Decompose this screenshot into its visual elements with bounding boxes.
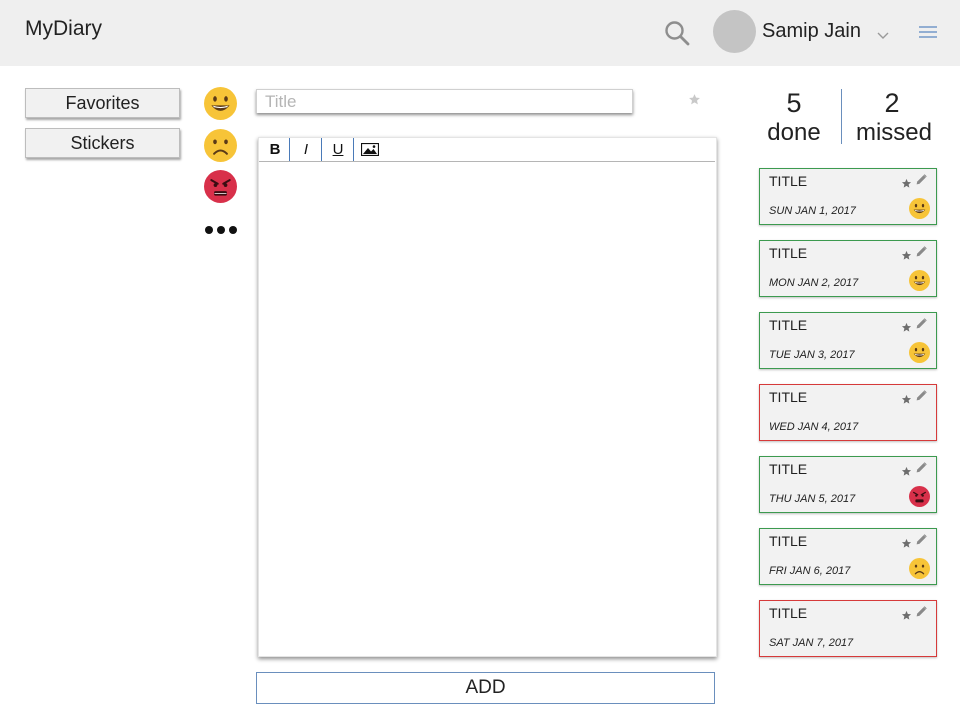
sad-mood-icon — [909, 558, 930, 579]
favorite-star-icon[interactable] — [688, 93, 701, 106]
edit-pencil-icon[interactable] — [915, 533, 928, 546]
italic-button[interactable]: I — [290, 138, 322, 161]
add-entry-button[interactable]: ADD — [256, 672, 715, 704]
stats-divider — [841, 89, 842, 144]
entry-title: TITLE — [769, 605, 808, 621]
happy-mood-icon — [909, 342, 930, 363]
angry-mood-icon[interactable] — [204, 170, 237, 203]
favorites-button[interactable]: Favorites — [25, 88, 180, 118]
edit-pencil-icon[interactable] — [915, 245, 928, 258]
done-count: 5 — [786, 88, 802, 118]
edit-pencil-icon[interactable] — [915, 173, 928, 186]
entry-card[interactable]: TITLE WED JAN 4, 2017 — [759, 384, 937, 441]
entry-date: MON JAN 2, 2017 — [769, 277, 859, 289]
sad-mood-icon[interactable] — [204, 129, 237, 162]
done-label: done — [767, 119, 821, 146]
app-header: MyDiary Samip Jain — [0, 0, 960, 66]
happy-mood-icon[interactable] — [204, 87, 237, 120]
more-moods-icon[interactable] — [204, 222, 240, 238]
search-icon[interactable] — [664, 20, 690, 46]
missed-count: 2 — [884, 88, 900, 118]
edit-pencil-icon[interactable] — [915, 389, 928, 402]
stickers-button[interactable]: Stickers — [25, 128, 180, 158]
app-title: MyDiary — [25, 17, 102, 40]
happy-mood-icon — [909, 270, 930, 291]
star-icon[interactable] — [901, 320, 912, 332]
entry-card[interactable]: TITLE SAT JAN 7, 2017 — [759, 600, 937, 657]
insert-image-button[interactable] — [354, 138, 386, 161]
entry-date: THU JAN 5, 2017 — [769, 493, 856, 505]
angry-mood-icon — [909, 486, 930, 507]
entry-date: WED JAN 4, 2017 — [769, 421, 859, 433]
star-icon[interactable] — [901, 608, 912, 620]
entry-title: TITLE — [769, 533, 808, 549]
entry-card[interactable]: TITLE THU JAN 5, 2017 — [759, 456, 937, 513]
avatar[interactable] — [713, 10, 756, 53]
title-input[interactable] — [256, 89, 633, 113]
chevron-down-icon[interactable] — [876, 28, 890, 39]
edit-pencil-icon[interactable] — [915, 461, 928, 474]
star-icon[interactable] — [901, 392, 912, 404]
happy-mood-icon — [909, 198, 930, 219]
entry-title: TITLE — [769, 389, 808, 405]
entry-date: SUN JAN 1, 2017 — [769, 205, 856, 217]
entry-title: TITLE — [769, 173, 808, 189]
star-icon[interactable] — [901, 464, 912, 476]
entry-title: TITLE — [769, 317, 808, 333]
entry-card[interactable]: TITLE SUN JAN 1, 2017 — [759, 168, 937, 225]
format-toolbar: B I U — [259, 138, 715, 162]
star-icon[interactable] — [901, 536, 912, 548]
entry-card[interactable]: TITLE TUE JAN 3, 2017 — [759, 312, 937, 369]
entry-date: TUE JAN 3, 2017 — [769, 349, 855, 361]
underline-button[interactable]: U — [322, 138, 354, 161]
image-icon — [354, 143, 386, 156]
user-name[interactable]: Samip Jain — [762, 20, 861, 43]
edit-pencil-icon[interactable] — [915, 317, 928, 330]
bold-button[interactable]: B — [259, 138, 291, 161]
hamburger-menu-icon[interactable] — [919, 25, 937, 39]
edit-pencil-icon[interactable] — [915, 605, 928, 618]
entry-card[interactable]: TITLE MON JAN 2, 2017 — [759, 240, 937, 297]
star-icon[interactable] — [901, 176, 912, 188]
entry-card[interactable]: TITLE FRI JAN 6, 2017 — [759, 528, 937, 585]
entry-date: FRI JAN 6, 2017 — [769, 565, 851, 577]
entry-title: TITLE — [769, 245, 808, 261]
entry-title: TITLE — [769, 461, 808, 477]
entry-editor[interactable]: B I U — [258, 137, 717, 657]
star-icon[interactable] — [901, 248, 912, 260]
missed-label: missed — [855, 119, 933, 146]
entry-date: SAT JAN 7, 2017 — [769, 637, 854, 649]
